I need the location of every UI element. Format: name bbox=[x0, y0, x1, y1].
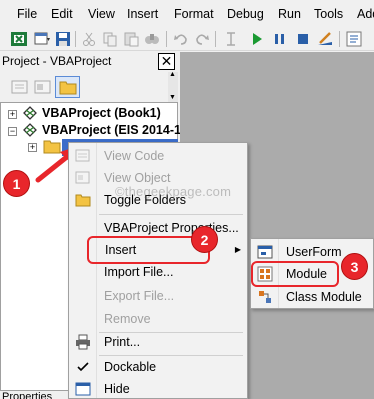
menu-item-label: Export File... bbox=[104, 289, 175, 303]
menu-view[interactable]: View bbox=[88, 7, 115, 21]
menu-item-dockable[interactable]: Dockable bbox=[69, 356, 247, 378]
submenu-arrow-icon: ▶ bbox=[234, 245, 241, 254]
tree-item-book1[interactable]: VBAProject (Book1) bbox=[42, 106, 161, 120]
menu-item-label: Remove bbox=[104, 312, 151, 326]
paste-icon[interactable] bbox=[122, 30, 140, 48]
vbaproject-icon bbox=[23, 106, 37, 120]
insert-userform-icon[interactable] bbox=[33, 30, 51, 48]
tree-item-eis[interactable]: VBAProject (EIS 2014-1 bbox=[42, 123, 181, 137]
class-module-icon bbox=[259, 291, 271, 303]
menu-run[interactable]: Run bbox=[278, 7, 301, 21]
menu-item-label: Import File... bbox=[104, 265, 174, 279]
view-object-icon bbox=[75, 171, 90, 184]
hide-icon bbox=[75, 382, 91, 396]
close-icon[interactable]: ✕ bbox=[158, 53, 175, 70]
module-highlight bbox=[251, 261, 339, 287]
toolbar-separator bbox=[339, 31, 340, 47]
menu-item-hide[interactable]: Hide bbox=[69, 378, 247, 399]
undo-icon[interactable] bbox=[172, 30, 190, 48]
expand-icon[interactable]: + bbox=[8, 110, 17, 119]
menu-insert[interactable]: Insert bbox=[127, 7, 158, 21]
menu-item-view-code[interactable]: View Code bbox=[69, 145, 247, 167]
context-menu: View Code View Object Toggle Folders VBA… bbox=[68, 142, 248, 399]
menu-item-label: Dockable bbox=[104, 360, 157, 374]
redo-icon[interactable] bbox=[193, 30, 211, 48]
collapse-icon[interactable]: − bbox=[8, 127, 17, 136]
menu-item-remove[interactable]: Remove bbox=[69, 308, 247, 330]
menu-tools[interactable]: Tools bbox=[314, 7, 343, 21]
menu-item-label: UserForm bbox=[286, 245, 342, 259]
project-explorer-icon[interactable] bbox=[345, 30, 363, 48]
design-mode-icon[interactable] bbox=[316, 30, 334, 48]
break-icon[interactable] bbox=[271, 30, 289, 48]
vbaproject-icon bbox=[23, 123, 37, 137]
save-icon[interactable] bbox=[54, 30, 72, 48]
scroll-up-icon[interactable]: ▲ bbox=[169, 71, 177, 78]
folder-icon bbox=[75, 194, 91, 207]
printer-icon bbox=[76, 334, 90, 350]
toolbar-separator bbox=[166, 31, 167, 47]
menu-item-label: Print... bbox=[104, 335, 141, 349]
find-icon[interactable] bbox=[143, 30, 161, 48]
scroll-down-icon[interactable]: ▼ bbox=[169, 94, 177, 101]
project-panel-scroll[interactable]: ▲ ▼ bbox=[168, 71, 178, 102]
reset-icon[interactable] bbox=[294, 30, 312, 48]
toggle-folders-button[interactable] bbox=[55, 76, 80, 98]
menu-edit[interactable]: Edit bbox=[51, 7, 73, 21]
standard-toolbar bbox=[0, 27, 374, 51]
menu-item-label: Class Module bbox=[286, 290, 362, 304]
cursor-icon[interactable] bbox=[222, 30, 240, 48]
menu-debug[interactable]: Debug bbox=[227, 7, 264, 21]
menu-addins[interactable]: Add bbox=[357, 7, 374, 21]
step-badge-1: 1 bbox=[3, 170, 30, 197]
menu-format[interactable]: Format bbox=[174, 7, 214, 21]
menu-bar: File Edit View Insert Format Debug Run T… bbox=[0, 0, 374, 27]
view-code-icon bbox=[75, 149, 90, 162]
step-badge-3: 3 bbox=[341, 253, 368, 280]
copy-icon[interactable] bbox=[101, 30, 119, 48]
view-object-icon[interactable] bbox=[33, 78, 53, 96]
toolbar-separator bbox=[215, 31, 216, 47]
excel-icon[interactable] bbox=[10, 30, 28, 48]
check-icon bbox=[77, 362, 89, 372]
userform-icon bbox=[257, 245, 273, 259]
menu-separator bbox=[99, 214, 243, 215]
menu-item-label: Hide bbox=[104, 382, 130, 396]
project-panel-title: Project - VBAProject bbox=[0, 52, 178, 71]
project-panel-toolbar bbox=[0, 72, 178, 102]
step-badge-2: 2 bbox=[191, 226, 218, 253]
menu-item-label: View Code bbox=[104, 149, 165, 163]
menu-item-export-file[interactable]: Export File... bbox=[69, 285, 247, 307]
run-icon[interactable] bbox=[248, 30, 266, 48]
menu-file[interactable]: File bbox=[17, 7, 37, 21]
cut-icon[interactable] bbox=[80, 30, 98, 48]
folder-icon bbox=[59, 81, 77, 95]
view-code-icon[interactable] bbox=[10, 78, 30, 96]
submenu-item-class-module[interactable]: Class Module bbox=[251, 286, 373, 308]
watermark: ©thegeekpage.com bbox=[115, 184, 232, 199]
toolbar-separator bbox=[75, 31, 76, 47]
menu-item-print[interactable]: Print... bbox=[69, 331, 247, 353]
menu-item-import-file[interactable]: Import File... bbox=[69, 261, 247, 283]
